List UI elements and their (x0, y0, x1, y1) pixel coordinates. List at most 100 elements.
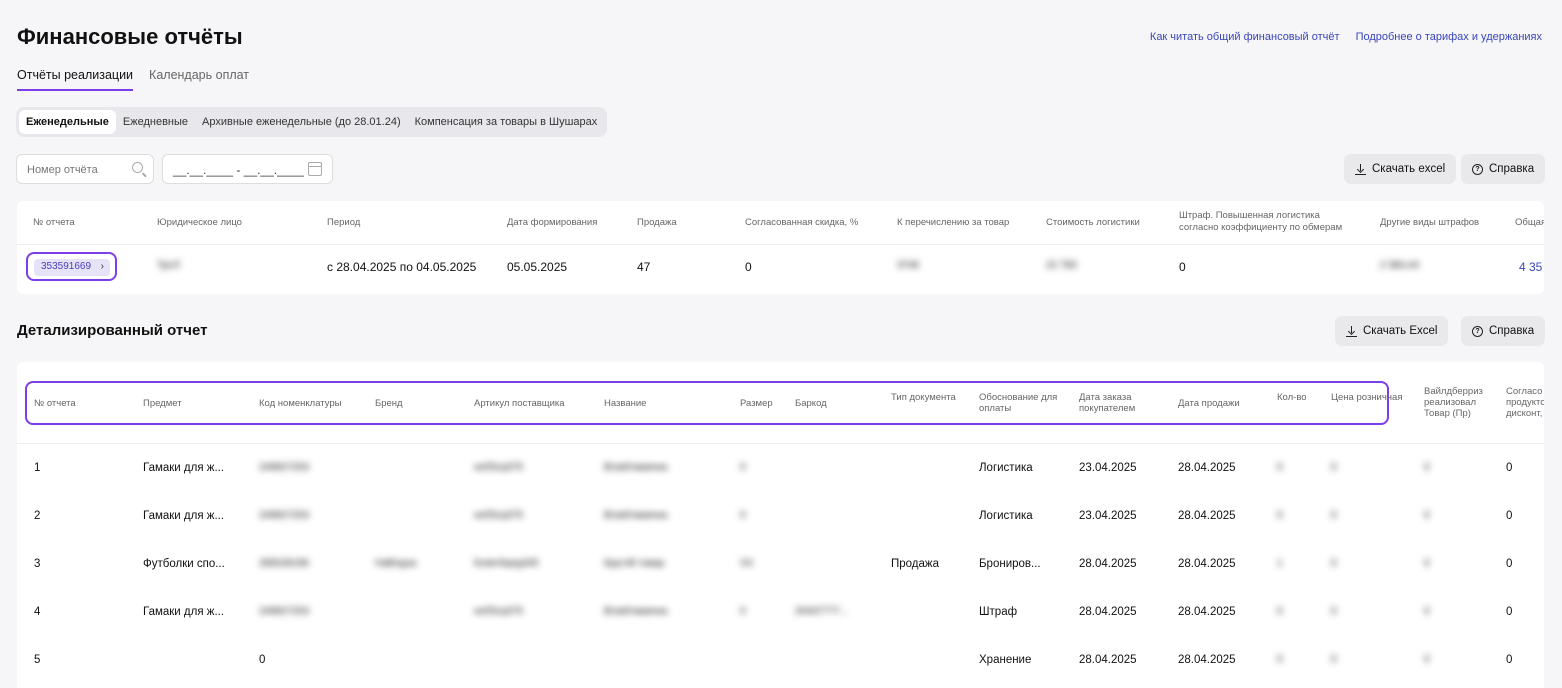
size-cell: 0 (740, 462, 746, 473)
legal-entity-value: ТрсЛ (157, 260, 180, 271)
download-icon (1355, 163, 1366, 175)
col-supplier-article: Артикул поставщика (474, 398, 565, 409)
total-value[interactable]: 4 35 (1519, 260, 1542, 274)
col-other-penalties: Другие виды штрафов (1380, 217, 1480, 228)
col-logistics: Стоимость логистики (1046, 217, 1140, 228)
sale-value: 47 (637, 260, 651, 274)
col-report-no: № отчета (33, 217, 75, 228)
detailed-report-title: Детализированный отчет (17, 322, 208, 339)
col-size: Размер (740, 398, 773, 409)
subject-cell: Гамаки для ж... (143, 606, 225, 618)
supplier-article-cell: set/5cq375 (474, 462, 523, 473)
order-date-cell: 23.04.2025 (1079, 462, 1137, 474)
main-tabs: Отчёты реализации Календарь оплат (17, 68, 249, 91)
table-row: 1 Гамаки для ж... 249827203 set/5cq375 Влаб/… (17, 458, 1544, 478)
subtab-weekly[interactable]: Еженедельные (19, 110, 116, 134)
agreed-discount-cell: 0 (1506, 510, 1513, 522)
payment-reason-cell: Хранение (979, 654, 1032, 666)
report-number-badge[interactable]: 353591669 › (26, 252, 117, 281)
barcode-cell: 20437777... (795, 606, 848, 617)
supplier-article-cell: set/5cq375 (474, 606, 523, 617)
col-brand: Бренд (375, 398, 403, 409)
retail-price-cell: 0 (1331, 462, 1337, 473)
table-row: 2 Гамаки для ж... 249827203 set/5cq375 Влаб/… (17, 506, 1544, 526)
nm-code-cell: 249827203 (259, 462, 310, 473)
nm-code-cell: 285028196 (259, 558, 310, 569)
tab-sales-reports[interactable]: Отчёты реализации (17, 68, 134, 91)
tab-payment-calendar[interactable]: Календарь оплат (149, 68, 249, 91)
help-button[interactable]: ? Справка (1461, 154, 1546, 184)
sale-date-cell: 28.04.2025 (1178, 654, 1236, 666)
search-icon (132, 162, 143, 173)
wb-sold-cell: 0 (1424, 606, 1430, 617)
qty-cell: 0 (1277, 606, 1283, 617)
sale-date-cell: 28.04.2025 (1178, 558, 1236, 570)
brand-cell: Hallingsa (375, 558, 417, 569)
qty-cell: 0 (1277, 654, 1283, 665)
subject-cell: Гамаки для ж... (143, 462, 225, 474)
subtab-archive-weekly[interactable]: Архивные еженедельные (до 28.01.24) (195, 110, 408, 134)
col-payment-reason: Обоснование для оплаты (979, 392, 1058, 414)
discount-value: 0 (745, 260, 752, 274)
size-cell: XX (740, 558, 754, 569)
period-value: с 28.04.2025 по 04.05.2025 (327, 260, 477, 274)
col-sale: Продажа (637, 217, 677, 228)
subject-cell: Футболки спо... (143, 558, 225, 570)
created-value: 05.05.2025 (507, 260, 568, 274)
row-number: 2 (34, 510, 41, 522)
agreed-discount-cell: 0 (1506, 558, 1513, 570)
download-icon (1346, 325, 1357, 337)
detailed-download-label: Скачать Excel (1363, 325, 1438, 337)
retail-price-cell: 0 (1331, 654, 1337, 665)
name-cell: Влаб/гамачка (604, 462, 668, 473)
tariffs-link[interactable]: Подробнее о тарифах и удержаниях (1356, 31, 1542, 43)
col-retail-price: Цена розничная (1331, 392, 1403, 403)
col-discount: Согласованная скидка, % (745, 217, 859, 228)
detailed-help-label: Справка (1489, 325, 1535, 337)
col-total: Общая (1515, 217, 1544, 228)
doc-type-cell: Продажа (891, 558, 939, 570)
report-number-chip[interactable]: 353591669 › (34, 259, 110, 276)
col-penalty: Штраф. Повышенная логистика согласно коэ… (1179, 210, 1343, 233)
report-number-placeholder: Номер отчёта (27, 164, 98, 176)
download-excel-button[interactable]: Скачать excel (1344, 154, 1457, 184)
qty-cell: 1 (1277, 558, 1283, 569)
row-number: 4 (34, 606, 41, 618)
how-to-read-link[interactable]: Как читать общий финансовый отчёт (1150, 31, 1340, 43)
subtab-daily[interactable]: Ежедневные (116, 110, 195, 134)
col-barcode: Баркод (795, 398, 827, 409)
order-date-cell: 23.04.2025 (1079, 510, 1137, 522)
col-name: Название (604, 398, 647, 409)
download-excel-label: Скачать excel (1372, 163, 1446, 175)
subject-cell: Гамаки для ж... (143, 510, 225, 522)
col-report-no: № отчета (34, 398, 76, 409)
col-created: Дата формирования (507, 217, 598, 228)
name-cell: Влаб/гамачка (604, 606, 668, 617)
wb-sold-cell: 0 (1424, 558, 1430, 569)
agreed-discount-cell: 0 (1506, 606, 1513, 618)
col-sale-date: Дата продажи (1178, 398, 1240, 409)
payment-reason-cell: Логистика (979, 510, 1033, 522)
logistics-value: 22 783 (1046, 260, 1077, 271)
date-range-input[interactable]: __.__.____ - __.__.____ (162, 154, 333, 184)
help-label: Справка (1489, 163, 1535, 175)
payment-reason-cell: Штраф (979, 606, 1018, 618)
nm-code-cell: 249827203 (259, 510, 310, 521)
name-cell: Влаб/гамачка (604, 510, 668, 521)
subtab-compensation[interactable]: Компенсация за товары в Шушарах (408, 110, 605, 134)
sale-date-cell: 28.04.2025 (1178, 510, 1236, 522)
sale-date-cell: 28.04.2025 (1178, 606, 1236, 618)
row-number: 1 (34, 462, 41, 474)
nm-code-cell: 0 (259, 654, 266, 666)
row-number: 5 (34, 654, 41, 666)
report-number-value: 353591669 (41, 261, 92, 272)
table-row: 4 Гамаки для ж... 249827203 set/5cq375 Влаб/… (17, 602, 1544, 622)
detailed-download-excel-button[interactable]: Скачать Excel (1335, 316, 1449, 346)
detailed-help-button[interactable]: ? Справка (1461, 316, 1546, 346)
report-number-input[interactable]: Номер отчёта (16, 154, 154, 184)
col-period: Период (327, 217, 361, 228)
qty-cell: 0 (1277, 462, 1283, 473)
retail-price-cell: 0 (1331, 558, 1337, 569)
help-icon: ? (1472, 163, 1483, 175)
col-to-pay: К перечислению за товар (897, 217, 1010, 228)
